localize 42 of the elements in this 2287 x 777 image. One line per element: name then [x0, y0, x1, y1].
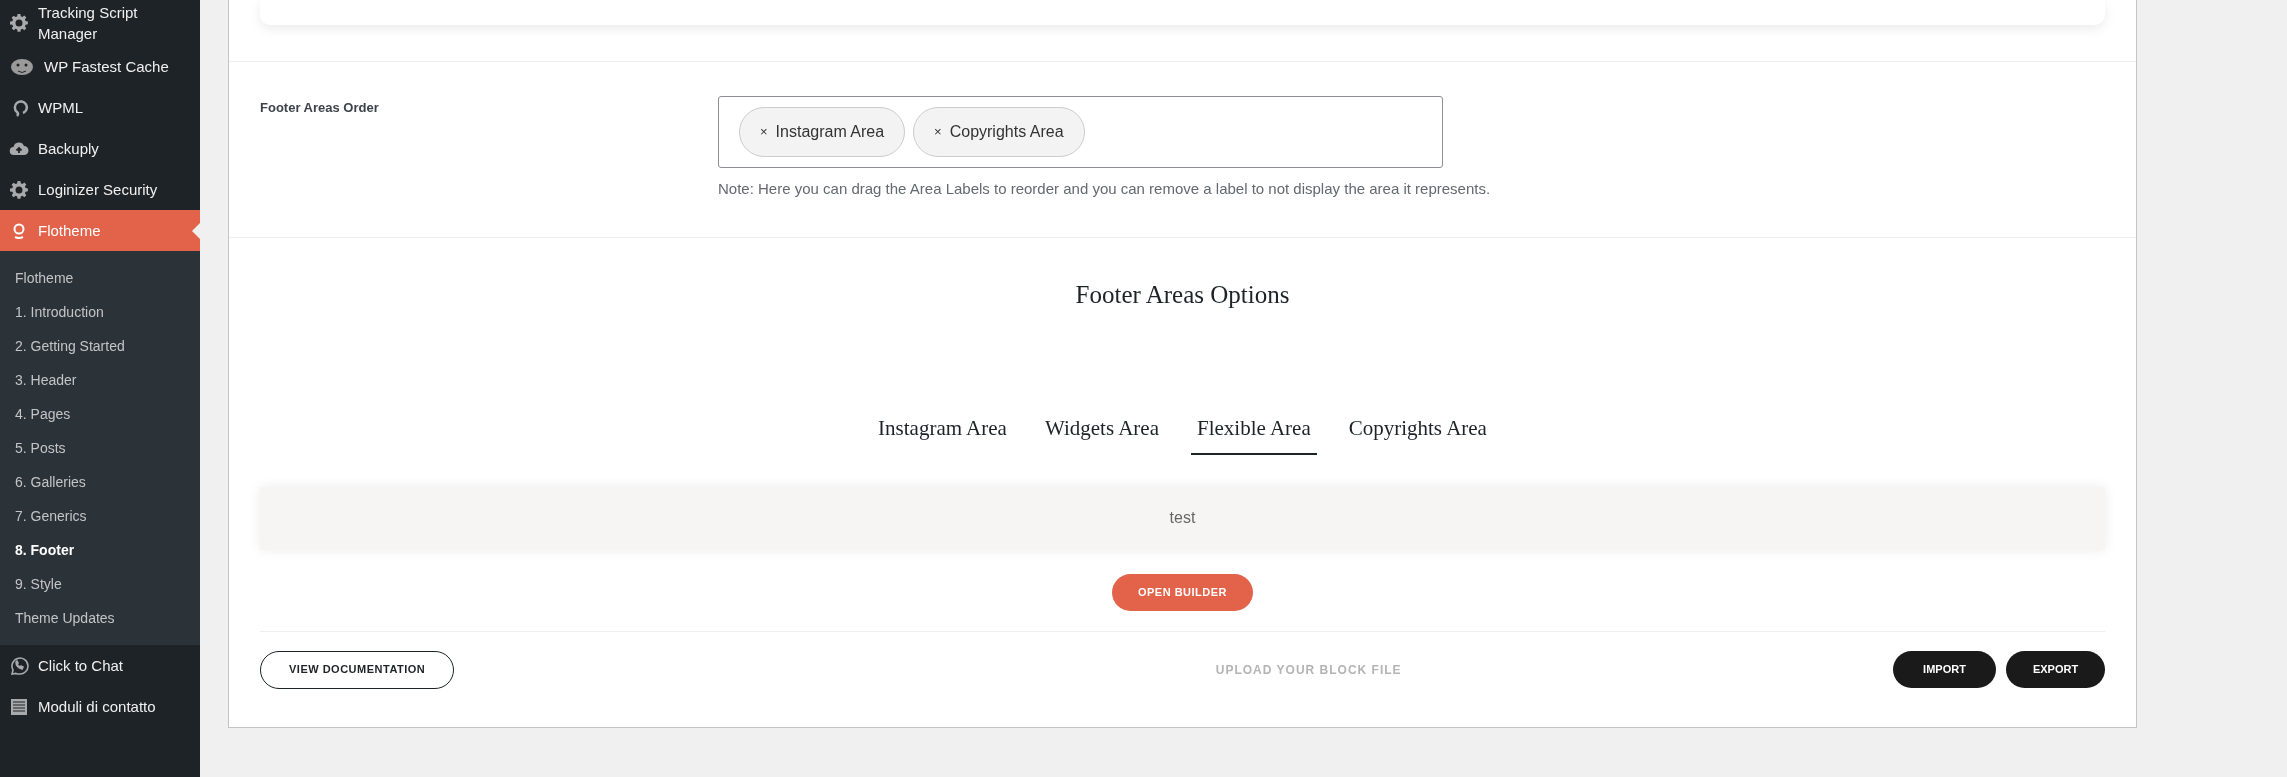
export-button[interactable]: EXPORT [2006, 651, 2105, 688]
cat-head-icon [9, 56, 35, 77]
sidebar-menu-item[interactable]: Loginizer Security [0, 169, 200, 210]
submenu-item[interactable]: 8. Footer [0, 533, 200, 567]
gear-icon [9, 13, 29, 33]
tag-label: Copyrights Area [949, 122, 1064, 142]
block-name: test [1169, 508, 1196, 528]
current-page-pointer [192, 223, 200, 239]
field-note: Note: Here you can drag the Area Labels to reorder and you can remove a label to not display the area it represents. [718, 179, 1491, 199]
area-tab[interactable]: Instagram Area [872, 413, 1013, 455]
tag-label: Instagram Area [775, 122, 885, 142]
submenu-item[interactable]: Flotheme [0, 261, 200, 295]
submenu-item[interactable]: 6. Galleries [0, 465, 200, 499]
area-tab[interactable]: Widgets Area [1038, 413, 1165, 455]
sidebar-menu-item[interactable]: WPML [0, 87, 200, 128]
area-tag[interactable]: × Instagram Area [739, 107, 906, 157]
area-tab[interactable]: Copyrights Area [1342, 413, 1493, 455]
submenu-item[interactable]: 4. Pages [0, 397, 200, 431]
sidebar-menu-item[interactable]: Click to Chat [0, 645, 200, 686]
sidebar-menu-item[interactable]: Moduli di contatto [0, 686, 200, 727]
sidebar-menu-item[interactable]: Backuply [0, 128, 200, 169]
submenu-item[interactable]: 7. Generics [0, 499, 200, 533]
submenu-item[interactable]: Theme Updates [0, 601, 200, 635]
section-title: Footer Areas Options [1074, 279, 1291, 310]
submenu-item[interactable]: 1. Introduction [0, 295, 200, 329]
submenu-item[interactable]: 5. Posts [0, 431, 200, 465]
area-tag[interactable]: × Copyrights Area [913, 107, 1085, 157]
block-row[interactable]: test [260, 486, 2105, 550]
submenu-item[interactable]: 2. Getting Started [0, 329, 200, 363]
gear-icon [9, 179, 29, 200]
tag-input-field[interactable]: × Instagram Area × Copyrights Area [718, 96, 1443, 168]
area-tab[interactable]: Flexible Area [1191, 413, 1317, 455]
remove-tag-icon[interactable]: × [934, 122, 942, 142]
field-label: Footer Areas Order [260, 99, 380, 117]
sidebar-menu-item[interactable]: WP Fastest Cache [0, 46, 200, 87]
phone-bubble-icon [9, 655, 29, 676]
list-icon [9, 696, 29, 717]
import-button[interactable]: IMPORT [1893, 651, 1996, 688]
submenu-item[interactable]: 9. Style [0, 567, 200, 601]
remove-tag-icon[interactable]: × [760, 122, 768, 142]
sidebar-menu-item[interactable]: Tracking Script Manager [0, 0, 200, 46]
submenu-item[interactable]: 3. Header [0, 363, 200, 397]
